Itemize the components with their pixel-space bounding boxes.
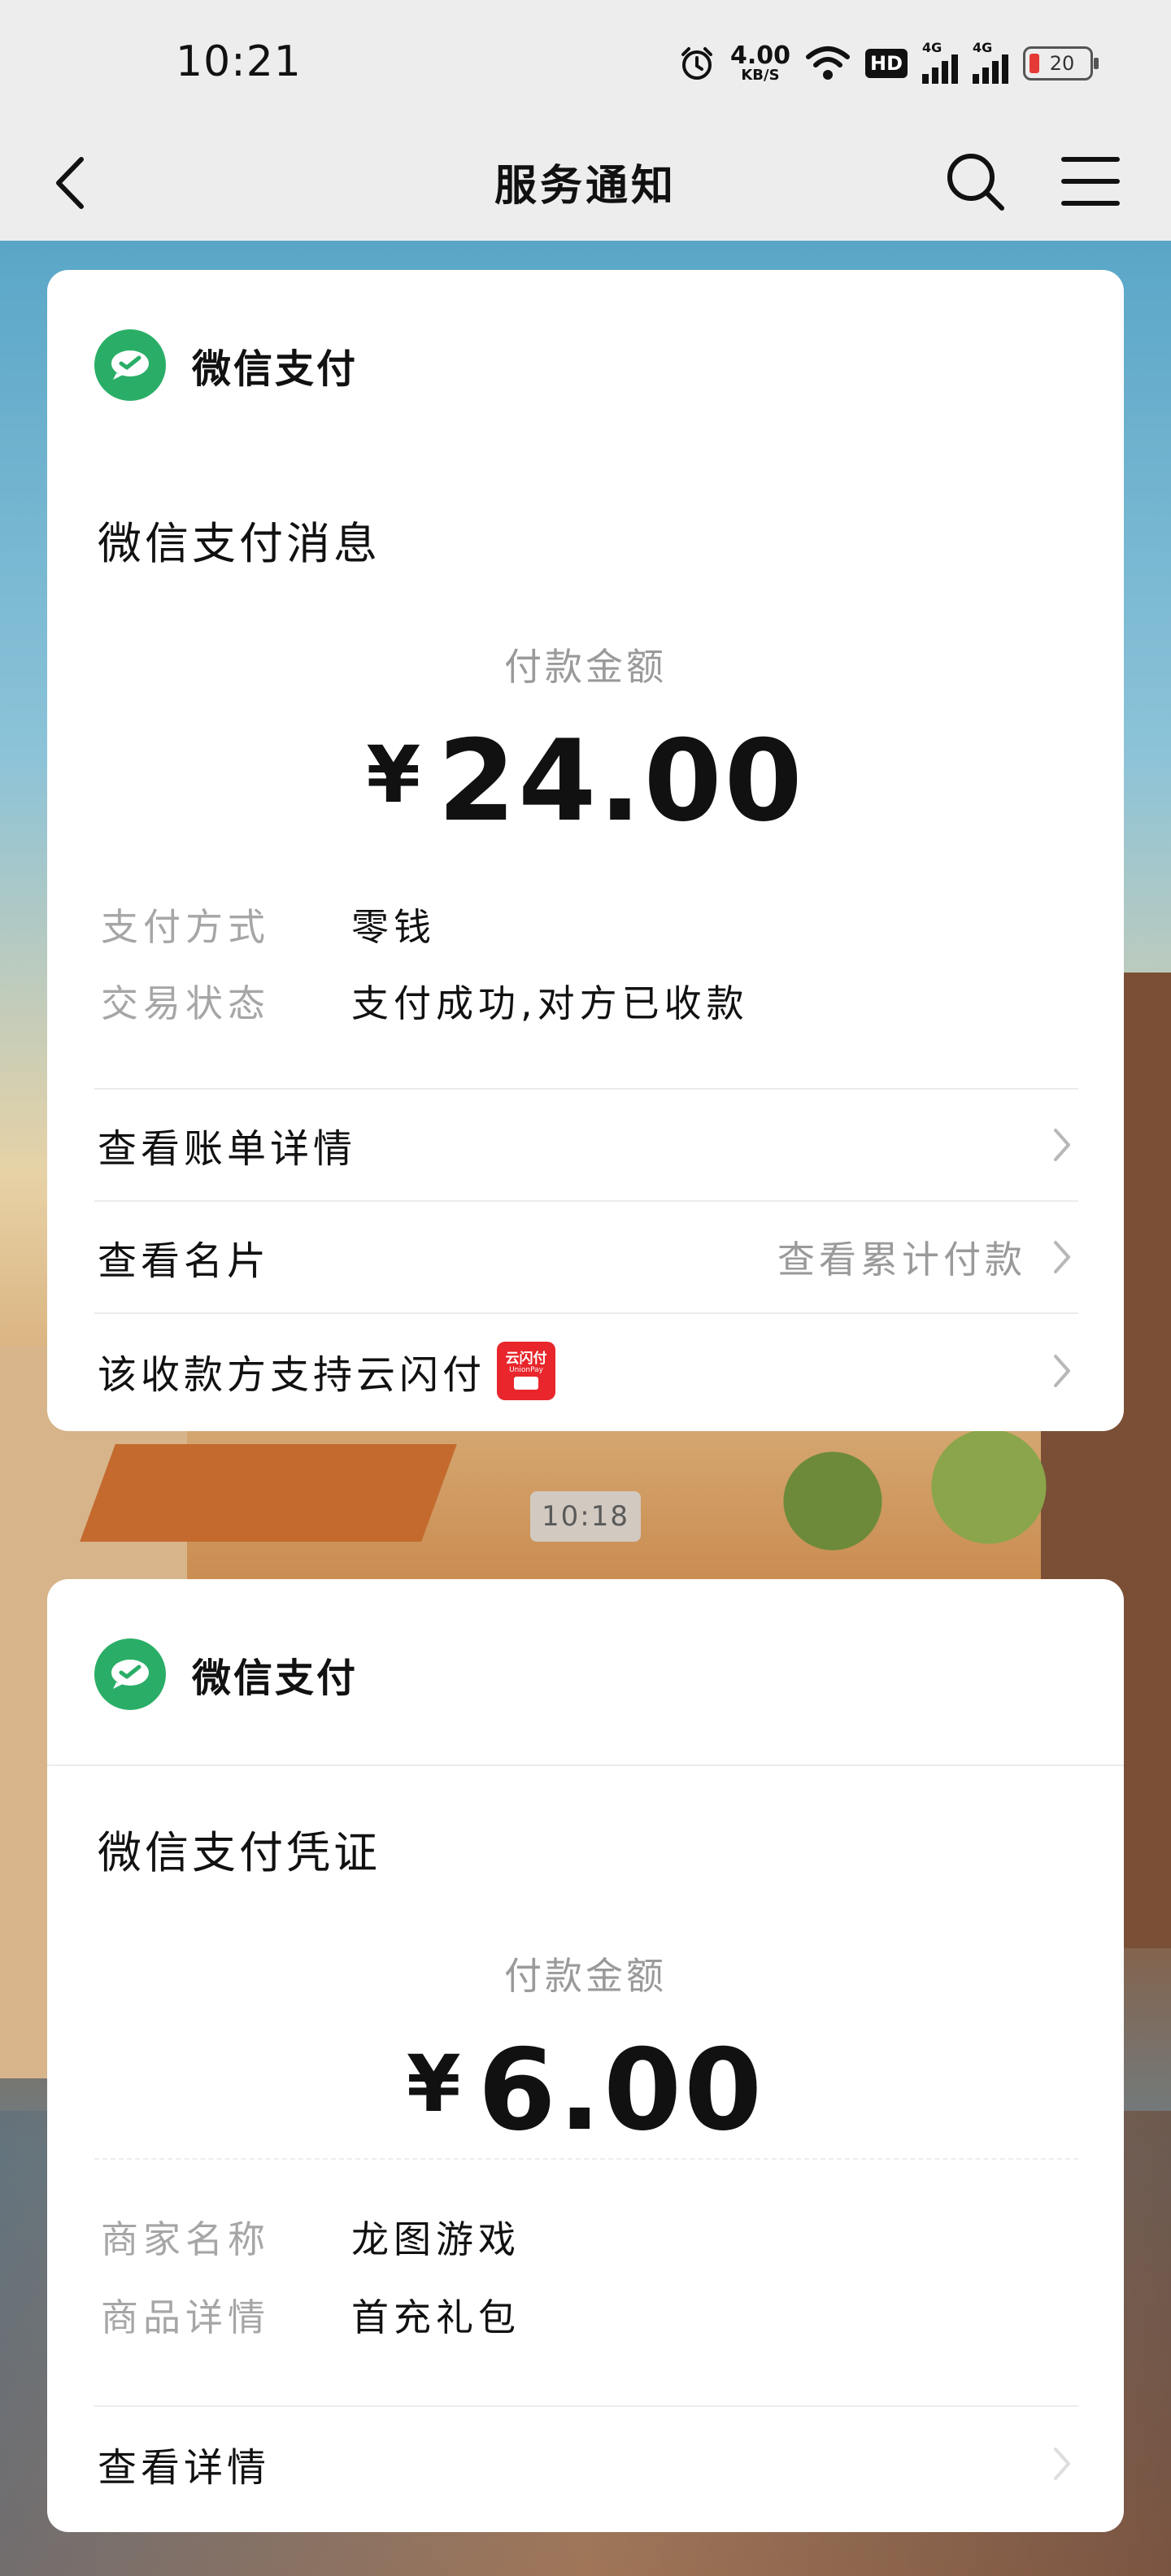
signal-icon-2: 4G [973,40,1008,84]
currency-symbol: ¥ [406,2039,464,2130]
wechat-pay-logo-icon [94,1638,166,1710]
network-speed-value: 4.00 [729,41,790,70]
detail-value: 龙图游戏 [351,2217,520,2261]
network-type-2: 4G [973,40,993,55]
detail-row: 交易状态 支付成功,对方已收款 [101,974,749,1028]
currency-symbol: ¥ [366,729,424,820]
detail-key: 支付方式 [101,905,270,949]
amount-number: 24.00 [437,716,805,846]
nav-bar: 服务通知 [0,122,1171,241]
row-label: 该收款方支持云闪付 [98,1352,486,1398]
network-speed-unit: KB/S [741,67,780,84]
unionpay-logo-subtext: UnionPay [509,1365,543,1374]
row-label-container: 该收款方支持云闪付 云闪付 UnionPay [98,1342,1046,1400]
view-business-card-row[interactable]: 查看名片 查看累计付款 [98,1202,1078,1312]
brand-name: 微信支付 [192,1656,359,1701]
signal-icon: 4G [922,40,958,84]
amount-number: 6.00 [477,2025,765,2156]
unionpay-logo-text: 云闪付 [505,1350,547,1367]
search-icon[interactable] [938,145,1012,218]
background-roof [80,1444,457,1542]
hd-badge: HD [864,49,908,78]
amount-value: ¥24.00 [47,716,1124,846]
dashed-divider [94,2158,1078,2160]
detail-key: 商品详情 [101,2295,270,2339]
detail-value: 支付成功,对方已收款 [351,981,749,1025]
battery-level: 20 [1049,52,1075,75]
card-title: 微信支付消息 [98,518,381,569]
divider [94,1312,1078,1314]
detail-row: 支付方式 零钱 [101,898,436,951]
status-bar: 10:21 4.00 KB/S HD 4G 4G 20 [0,0,1171,122]
view-bill-details-row[interactable]: 查看账单详情 [98,1090,1078,1200]
amount-label: 付款金额 [504,645,667,689]
status-time: 10:21 [176,37,302,86]
brand-name: 微信支付 [192,346,359,392]
alarm-icon [681,47,712,80]
network-speed: 4.00 KB/S [730,44,790,83]
menu-icon[interactable] [1054,145,1127,218]
chevron-right-icon [1054,2448,1070,2480]
detail-key: 交易状态 [101,981,270,1025]
view-details-row[interactable]: 查看详情 [98,2408,1078,2519]
chevron-right-icon [1054,1129,1070,1161]
network-type-1: 4G [922,40,942,55]
payment-receipt-card[interactable]: 微信支付 微信支付凭证 付款金额 ¥6.00 商家名称 龙图游戏 商品详情 首充… [47,1579,1124,2532]
card-header: 微信支付 [94,329,358,402]
wechat-pay-logo-icon [94,329,166,401]
chevron-right-icon [1054,1241,1070,1273]
detail-value: 零钱 [351,905,436,949]
divider [94,2405,1078,2407]
detail-row: 商家名称 龙图游戏 [101,2210,520,2264]
card-title: 微信支付凭证 [98,1827,381,1878]
status-icons: 4.00 KB/S HD 4G 4G 20 [678,39,1099,88]
row-label: 查看详情 [98,2445,271,2491]
divider [47,1764,1124,1766]
view-cumulative-payments-link[interactable]: 查看累计付款 [777,1230,1026,1284]
detail-key: 商家名称 [101,2217,270,2261]
unionpay-support-row[interactable]: 该收款方支持云闪付 云闪付 UnionPay [98,1316,1078,1426]
amount-value: ¥6.00 [47,2025,1124,2156]
battery-icon: 20 [1023,46,1099,80]
amount-label: 付款金额 [504,1954,667,1998]
chevron-right-icon [1054,1355,1070,1387]
row-label: 查看账单详情 [98,1126,357,1172]
payment-message-card[interactable]: 微信支付 微信支付消息 付款金额 ¥24.00 支付方式 零钱 交易状态 支付成… [47,270,1124,1431]
detail-row: 商品详情 首充礼包 [101,2288,520,2342]
message-timestamp: 10:18 [530,1491,641,1542]
card-header: 微信支付 [94,1638,358,1711]
wifi-icon [805,46,850,80]
unionpay-quickpass-logo-icon: 云闪付 UnionPay [497,1342,556,1400]
detail-value: 首充礼包 [351,2295,520,2339]
row-label: 查看名片 [98,1238,271,1284]
background-plants [716,1428,1106,1574]
